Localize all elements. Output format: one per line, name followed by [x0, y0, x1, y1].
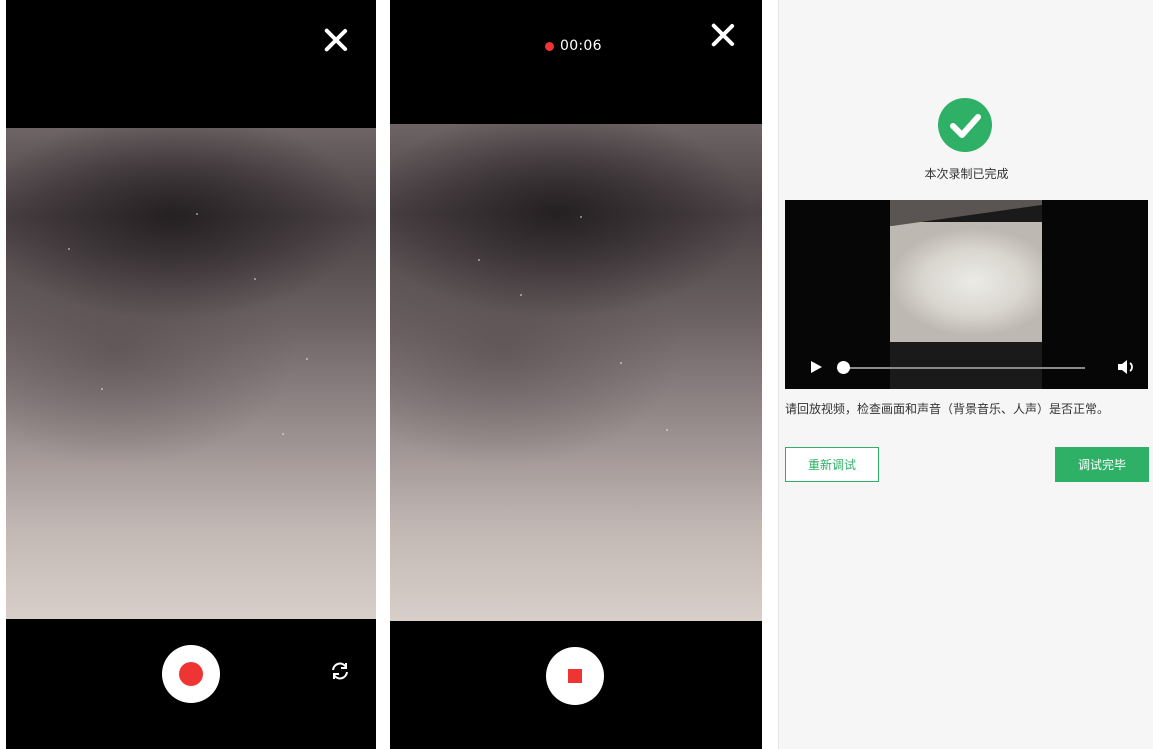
volume-icon[interactable] [1116, 358, 1138, 376]
timer-text: 00:06 [560, 38, 602, 54]
finish-button[interactable]: 调试完毕 [1055, 447, 1149, 482]
play-icon[interactable] [811, 361, 822, 373]
record-icon [179, 662, 203, 686]
camera-ready-screen [6, 0, 376, 749]
review-instruction: 请回放视频，检查画面和声音（背景音乐、人声）是否正常。 [785, 402, 1110, 416]
video-player[interactable] [785, 200, 1148, 389]
camera-preview [390, 124, 762, 621]
seek-bar[interactable] [845, 367, 1085, 369]
recording-indicator-icon [545, 41, 554, 51]
stop-button[interactable] [546, 647, 604, 705]
video-thumbnail [890, 200, 1042, 342]
review-screen: 本次录制已完成 请回放视频，检查画面和声音（背景音乐、人声）是否正常。 重新调试… [778, 0, 1153, 749]
record-button[interactable] [162, 645, 220, 703]
camera-preview [6, 128, 376, 619]
stop-icon [568, 669, 582, 683]
close-icon[interactable] [321, 25, 351, 55]
recording-timer: 00:06 [545, 36, 602, 56]
camera-recording-screen: 00:06 [390, 0, 762, 749]
completion-status: 本次录制已完成 [924, 167, 1009, 181]
close-icon[interactable] [708, 20, 738, 50]
retry-button[interactable]: 重新调试 [785, 447, 879, 482]
switch-camera-icon[interactable] [328, 659, 352, 683]
seek-handle[interactable] [837, 361, 850, 374]
check-circle-icon [938, 98, 992, 152]
